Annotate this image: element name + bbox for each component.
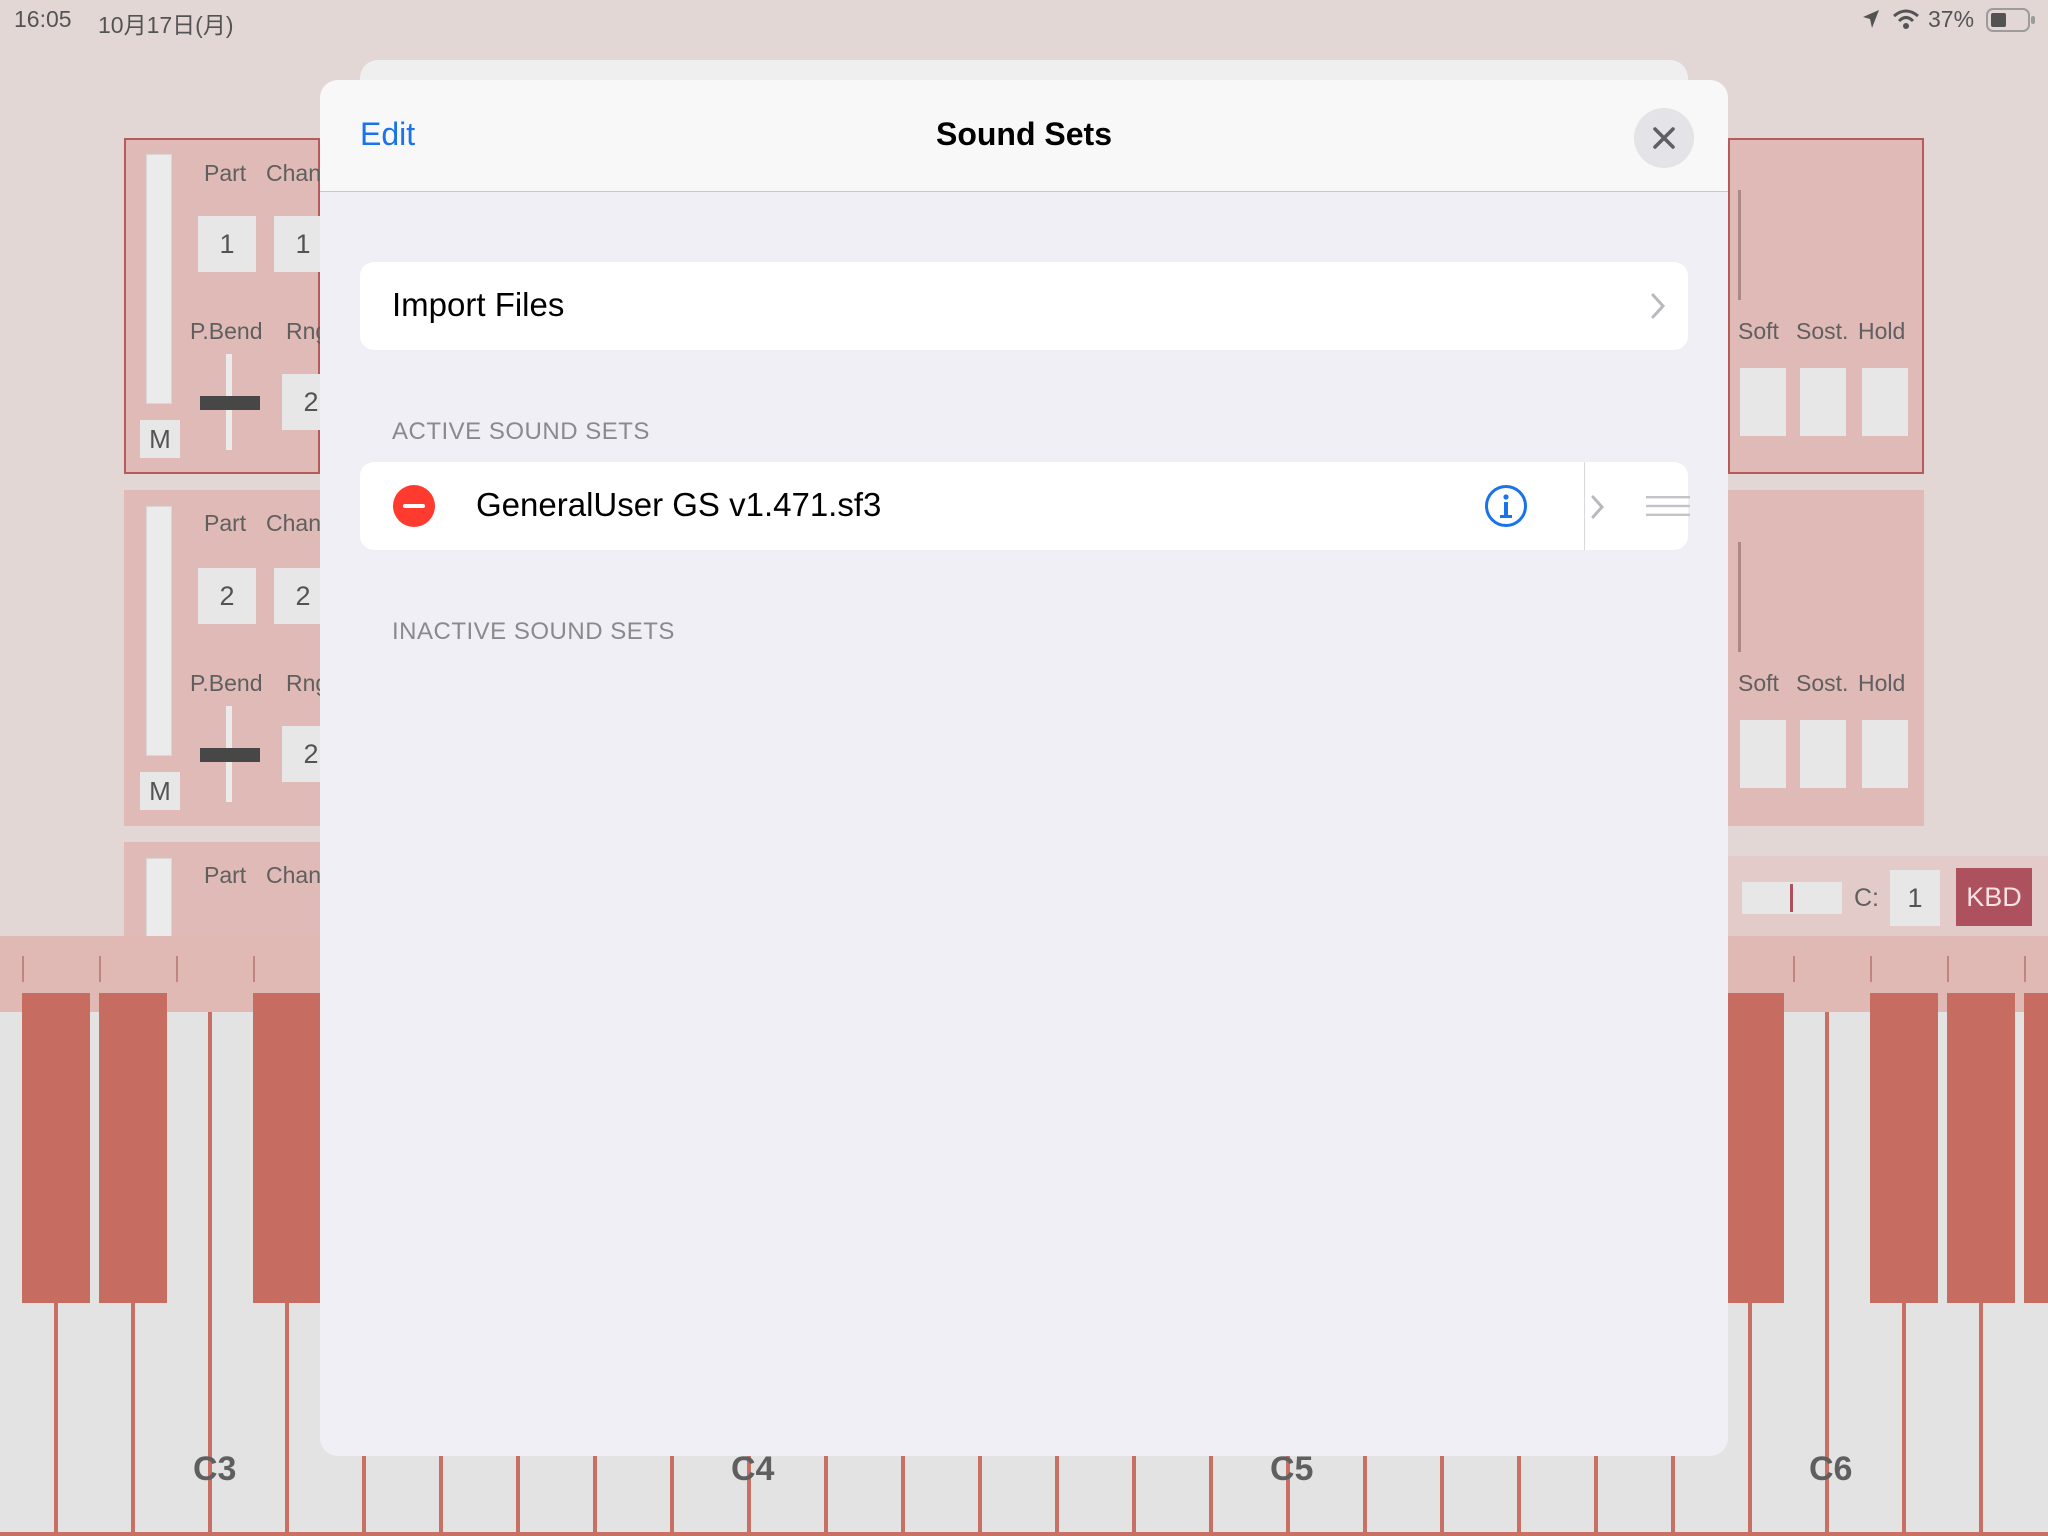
import-files-row[interactable]: Import Files <box>360 262 1688 350</box>
active-section-header: ACTIVE SOUND SETS <box>392 418 650 445</box>
chevron-right-icon <box>1651 293 1666 319</box>
reorder-handle-icon[interactable] <box>1646 494 1690 518</box>
import-files-label: Import Files <box>392 286 565 323</box>
sheet-title: Sound Sets <box>935 116 1112 152</box>
close-icon <box>1653 127 1675 149</box>
row-divider <box>1584 462 1585 550</box>
info-icon[interactable] <box>1484 484 1528 528</box>
sound-set-name: GeneralUser GS v1.471.sf3 <box>476 486 882 523</box>
inactive-section-header: INACTIVE SOUND SETS <box>392 618 675 645</box>
sheet-header: Edit Sound Sets <box>320 80 1728 192</box>
sound-set-row[interactable]: GeneralUser GS v1.471.sf3 <box>360 462 1690 550</box>
chevron-right-icon <box>1591 495 1605 519</box>
close-button[interactable] <box>1634 108 1694 168</box>
sound-sets-sheet: Edit Sound Sets Import Files ACTIVE SOUN… <box>320 80 1728 1456</box>
delete-icon[interactable] <box>392 484 436 528</box>
